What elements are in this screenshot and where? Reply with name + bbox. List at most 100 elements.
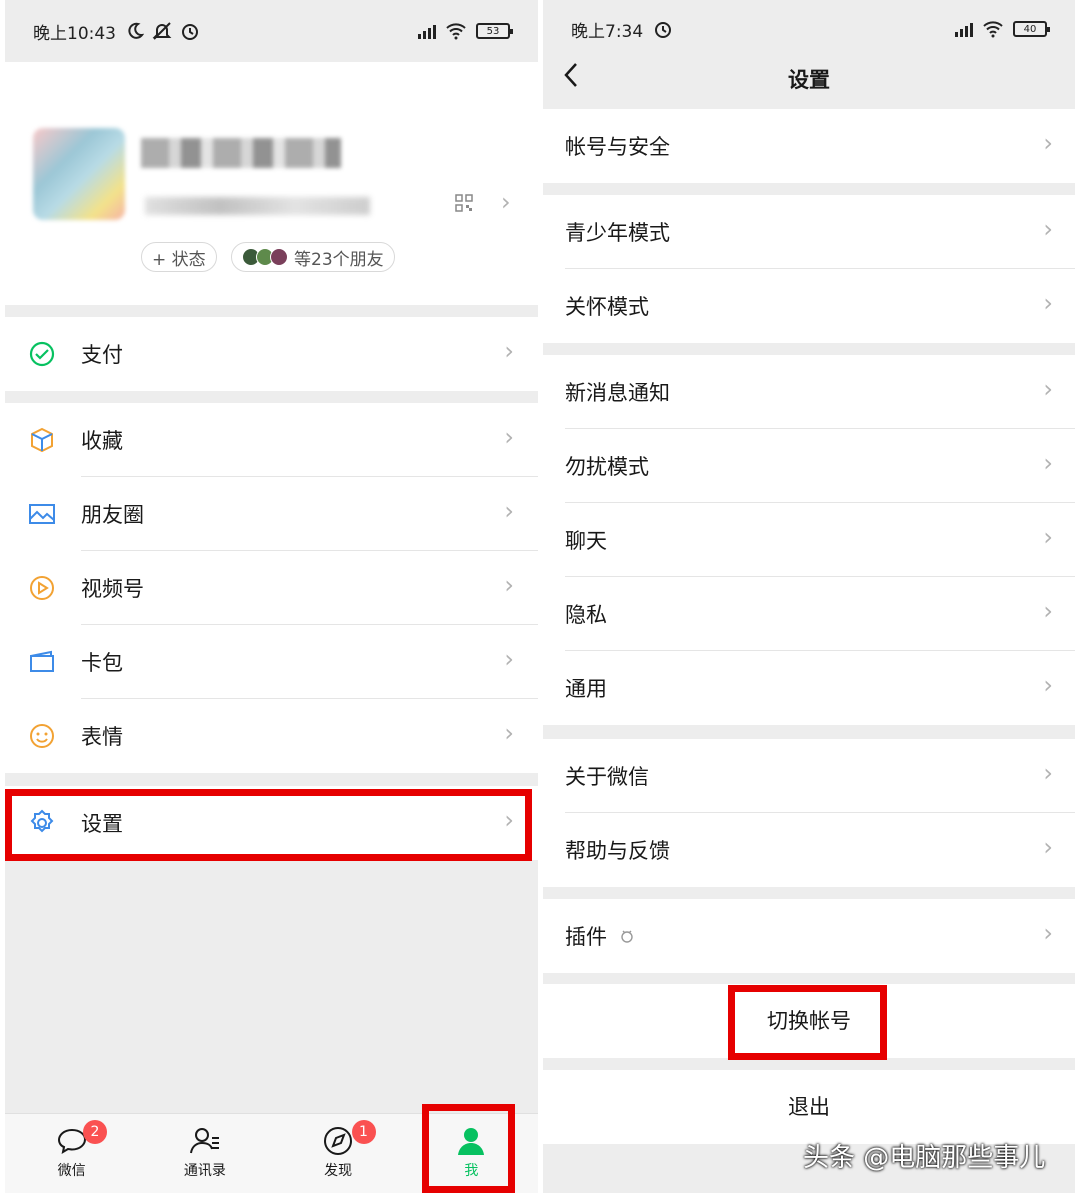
chevron-right-icon: › xyxy=(1043,129,1053,157)
pay-group: 支付 › xyxy=(5,317,538,391)
item-label: 聊天 xyxy=(565,529,607,553)
item-label: 关于微信 xyxy=(565,765,649,789)
item-label: 关怀模式 xyxy=(565,295,649,319)
nav-bar: 设置 xyxy=(543,0,1075,108)
compass-icon xyxy=(324,1127,353,1155)
account-group: 帐号与安全 › xyxy=(543,109,1075,183)
profile-header[interactable]: › + 状态 等23个朋友 xyxy=(5,62,538,305)
item-label: 通用 xyxy=(565,677,607,701)
chevron-right-icon: › xyxy=(504,571,514,599)
settings-item-plugins[interactable]: 插件 › xyxy=(543,899,1075,973)
menu-label: 收藏 xyxy=(81,429,123,453)
settings-item-chat[interactable]: 聊天 › xyxy=(543,503,1075,577)
status-button[interactable]: + 状态 xyxy=(141,242,217,272)
chevron-right-icon: › xyxy=(1043,759,1053,787)
menu-label: 卡包 xyxy=(81,651,123,675)
chevron-right-icon: › xyxy=(1043,215,1053,243)
plugin-badge-icon xyxy=(621,930,633,943)
picture-icon xyxy=(27,499,57,529)
status-time: 晚上10:43 xyxy=(33,23,116,44)
settings-item-care-mode[interactable]: 关怀模式 › xyxy=(543,269,1075,343)
me-tab-highlight-box xyxy=(422,1104,515,1193)
tab-chats[interactable]: 2 微信 xyxy=(5,1114,138,1193)
tab-label: 微信 xyxy=(57,1163,86,1179)
status-bar: 晚上10:43 53 xyxy=(5,0,538,62)
settings-item-privacy[interactable]: 隐私 › xyxy=(543,577,1075,651)
unread-badge: 2 xyxy=(83,1120,107,1144)
menu-label: 视频号 xyxy=(81,577,144,601)
menu-item-moments[interactable]: 朋友圈 › xyxy=(5,477,538,551)
item-label: 勿扰模式 xyxy=(565,455,649,479)
wechat-id-redacted xyxy=(145,197,370,215)
settings-highlight-box xyxy=(5,789,532,861)
chevron-right-icon: › xyxy=(1043,523,1053,551)
settings-item-general[interactable]: 通用 › xyxy=(543,651,1075,725)
wallet-icon xyxy=(27,647,57,677)
chevron-right-icon: › xyxy=(504,719,514,747)
settings-item-do-not-disturb[interactable]: 勿扰模式 › xyxy=(543,429,1075,503)
settings-screen: 晚上7:34 40 设置 帐号与安全 › 青少年模式 › 关怀模式 › 新消息通 xyxy=(543,0,1075,1193)
avatar[interactable] xyxy=(33,128,125,220)
chevron-right-icon: › xyxy=(1043,919,1053,947)
chevron-right-icon: › xyxy=(501,188,511,216)
settings-item-notifications[interactable]: 新消息通知 › xyxy=(543,355,1075,429)
menu-item-favorites[interactable]: 收藏 › xyxy=(5,403,538,477)
tab-discover[interactable]: 1 发现 xyxy=(272,1114,405,1193)
friend-avatars xyxy=(242,248,288,266)
item-label: 插件 xyxy=(565,925,607,949)
tab-label: 发现 xyxy=(324,1163,353,1179)
play-circle-icon xyxy=(27,573,57,603)
chevron-right-icon: › xyxy=(504,497,514,525)
item-label: 帐号与安全 xyxy=(565,135,670,159)
chevron-right-icon: › xyxy=(1043,449,1053,477)
me-screen: 晚上10:43 53 › + 状态 等23个朋友 支付 › 收藏 › 朋友圈 ›… xyxy=(5,0,538,1193)
item-label: 隐私 xyxy=(565,603,607,627)
watermark: 头条 @电脑那些事儿 xyxy=(803,1143,1046,1173)
chevron-right-icon: › xyxy=(1043,597,1053,625)
chevron-right-icon: › xyxy=(1043,375,1053,403)
page-title: 设置 xyxy=(788,68,830,92)
item-label: 新消息通知 xyxy=(565,381,670,405)
settings-item-help-feedback[interactable]: 帮助与反馈 › xyxy=(543,813,1075,887)
logout-button[interactable]: 退出 xyxy=(543,1070,1075,1144)
item-label: 帮助与反馈 xyxy=(565,839,670,863)
battery-icon: 53 xyxy=(476,23,513,39)
menu-label: 表情 xyxy=(81,725,123,749)
features-group: 收藏 › 朋友圈 › 视频号 › 卡包 › 表情 › xyxy=(5,403,538,773)
settings-item-teen-mode[interactable]: 青少年模式 › xyxy=(543,195,1075,269)
menu-item-stickers[interactable]: 表情 › xyxy=(5,699,538,773)
signal-icon xyxy=(418,23,436,39)
nickname-redacted xyxy=(141,138,341,168)
moon-icon xyxy=(128,22,144,39)
menu-item-cards[interactable]: 卡包 › xyxy=(5,625,538,699)
item-label: 青少年模式 xyxy=(565,221,670,245)
chevron-right-icon: › xyxy=(504,337,514,365)
chevron-right-icon: › xyxy=(1043,833,1053,861)
unread-badge: 1 xyxy=(351,1120,376,1144)
mute-bell-icon xyxy=(152,22,172,40)
settings-item-account-security[interactable]: 帐号与安全 › xyxy=(543,109,1075,183)
switch-account-highlight-box xyxy=(728,985,887,1060)
plugins-group: 插件 › xyxy=(543,899,1075,973)
chevron-right-icon: › xyxy=(504,645,514,673)
chevron-right-icon: › xyxy=(1043,671,1053,699)
about-group: 关于微信 › 帮助与反馈 › xyxy=(543,739,1075,887)
contacts-icon xyxy=(189,1128,219,1154)
alarm-icon xyxy=(182,24,198,40)
menu-item-pay[interactable]: 支付 › xyxy=(5,317,538,391)
menu-item-channels[interactable]: 视频号 › xyxy=(5,551,538,625)
smile-icon xyxy=(27,721,57,751)
tab-contacts[interactable]: 通讯录 xyxy=(138,1114,271,1193)
pay-icon xyxy=(27,339,57,369)
cube-icon xyxy=(27,425,57,455)
wifi-icon xyxy=(446,23,466,40)
general-group: 新消息通知 › 勿扰模式 › 聊天 › 隐私 › 通用 › xyxy=(543,355,1075,725)
qr-code-icon[interactable] xyxy=(455,194,473,212)
mode-group: 青少年模式 › 关怀模式 › xyxy=(543,195,1075,343)
chevron-right-icon: › xyxy=(1043,289,1053,317)
menu-label: 朋友圈 xyxy=(81,503,144,527)
friends-count-label: 等23个朋友 xyxy=(294,249,384,270)
friends-status-button[interactable]: 等23个朋友 xyxy=(231,242,395,272)
settings-item-about[interactable]: 关于微信 › xyxy=(543,739,1075,813)
menu-label: 支付 xyxy=(81,343,123,367)
